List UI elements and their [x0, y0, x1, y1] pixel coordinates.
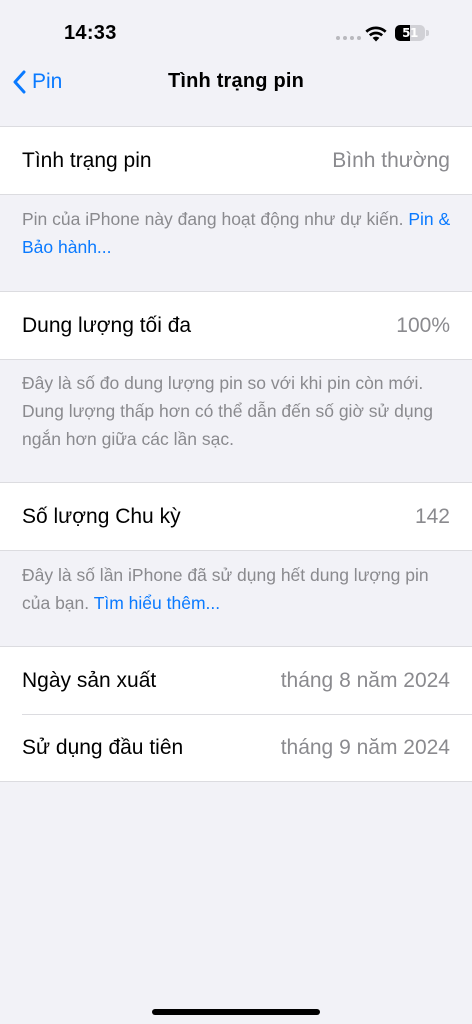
battery-health-label: Tình trạng pin	[22, 148, 152, 172]
cycle-count-value: 142	[414, 504, 450, 528]
cycle-count-footer-text: Đây là số lần iPhone đã sử dụng hết dung…	[22, 565, 429, 613]
maximum-capacity-value: 100%	[396, 313, 450, 337]
battery-indicator: 51	[395, 25, 429, 41]
battery-cap	[426, 30, 429, 36]
dates-section: Ngày sản xuất tháng 8 năm 2024 Sử dụng đ…	[0, 646, 472, 782]
manufacture-date-value: tháng 8 năm 2024	[280, 668, 450, 692]
cycle-count-label: Số lượng Chu kỳ	[22, 504, 181, 528]
page-title: Tình trạng pin	[167, 70, 305, 92]
first-use-label: Sử dụng đầu tiên	[22, 735, 184, 759]
manufacture-date-label: Ngày sản xuất	[22, 668, 157, 692]
first-use-row: Sử dụng đầu tiên tháng 9 năm 2024	[0, 714, 472, 781]
navigation-bar: Pin Tình trạng pin	[0, 56, 472, 108]
maximum-capacity-row: Dung lượng tối đa 100%	[0, 292, 472, 359]
battery-icon: 51	[395, 25, 425, 41]
maximum-capacity-section: Dung lượng tối đa 100%	[0, 291, 472, 360]
status-time: 14:33	[64, 22, 117, 44]
maximum-capacity-label: Dung lượng tối đa	[22, 313, 192, 337]
cycle-count-footer: Đây là số lần iPhone đã sử dụng hết dung…	[22, 561, 452, 617]
home-indicator[interactable]	[152, 1009, 320, 1015]
learn-more-link[interactable]: Tìm hiểu thêm...	[94, 593, 220, 613]
battery-health-footer: Pin của iPhone này đang hoạt động như dự…	[22, 205, 452, 261]
battery-health-value: Bình thường	[332, 148, 450, 172]
wifi-icon	[365, 26, 387, 42]
maximum-capacity-footer: Đây là số đo dung lượng pin so với khi p…	[22, 373, 434, 449]
cycle-count-row: Số lượng Chu kỳ 142	[0, 483, 472, 550]
battery-percentage: 51	[402, 26, 418, 40]
cellular-dots-icon	[336, 36, 361, 40]
battery-health-screen: 14:33 51 Pin Tình trạng pin Tình trạng p…	[0, 0, 472, 1024]
battery-health-footer-text: Pin của iPhone này đang hoạt động như dự…	[22, 209, 404, 229]
battery-health-section: Tình trạng pin Bình thường	[0, 126, 472, 195]
cycle-count-section: Số lượng Chu kỳ 142	[0, 482, 472, 551]
status-bar: 14:33 51	[0, 0, 472, 60]
first-use-value: tháng 9 năm 2024	[280, 735, 450, 759]
battery-health-row: Tình trạng pin Bình thường	[0, 127, 472, 194]
manufacture-date-row: Ngày sản xuất tháng 8 năm 2024	[0, 647, 472, 714]
